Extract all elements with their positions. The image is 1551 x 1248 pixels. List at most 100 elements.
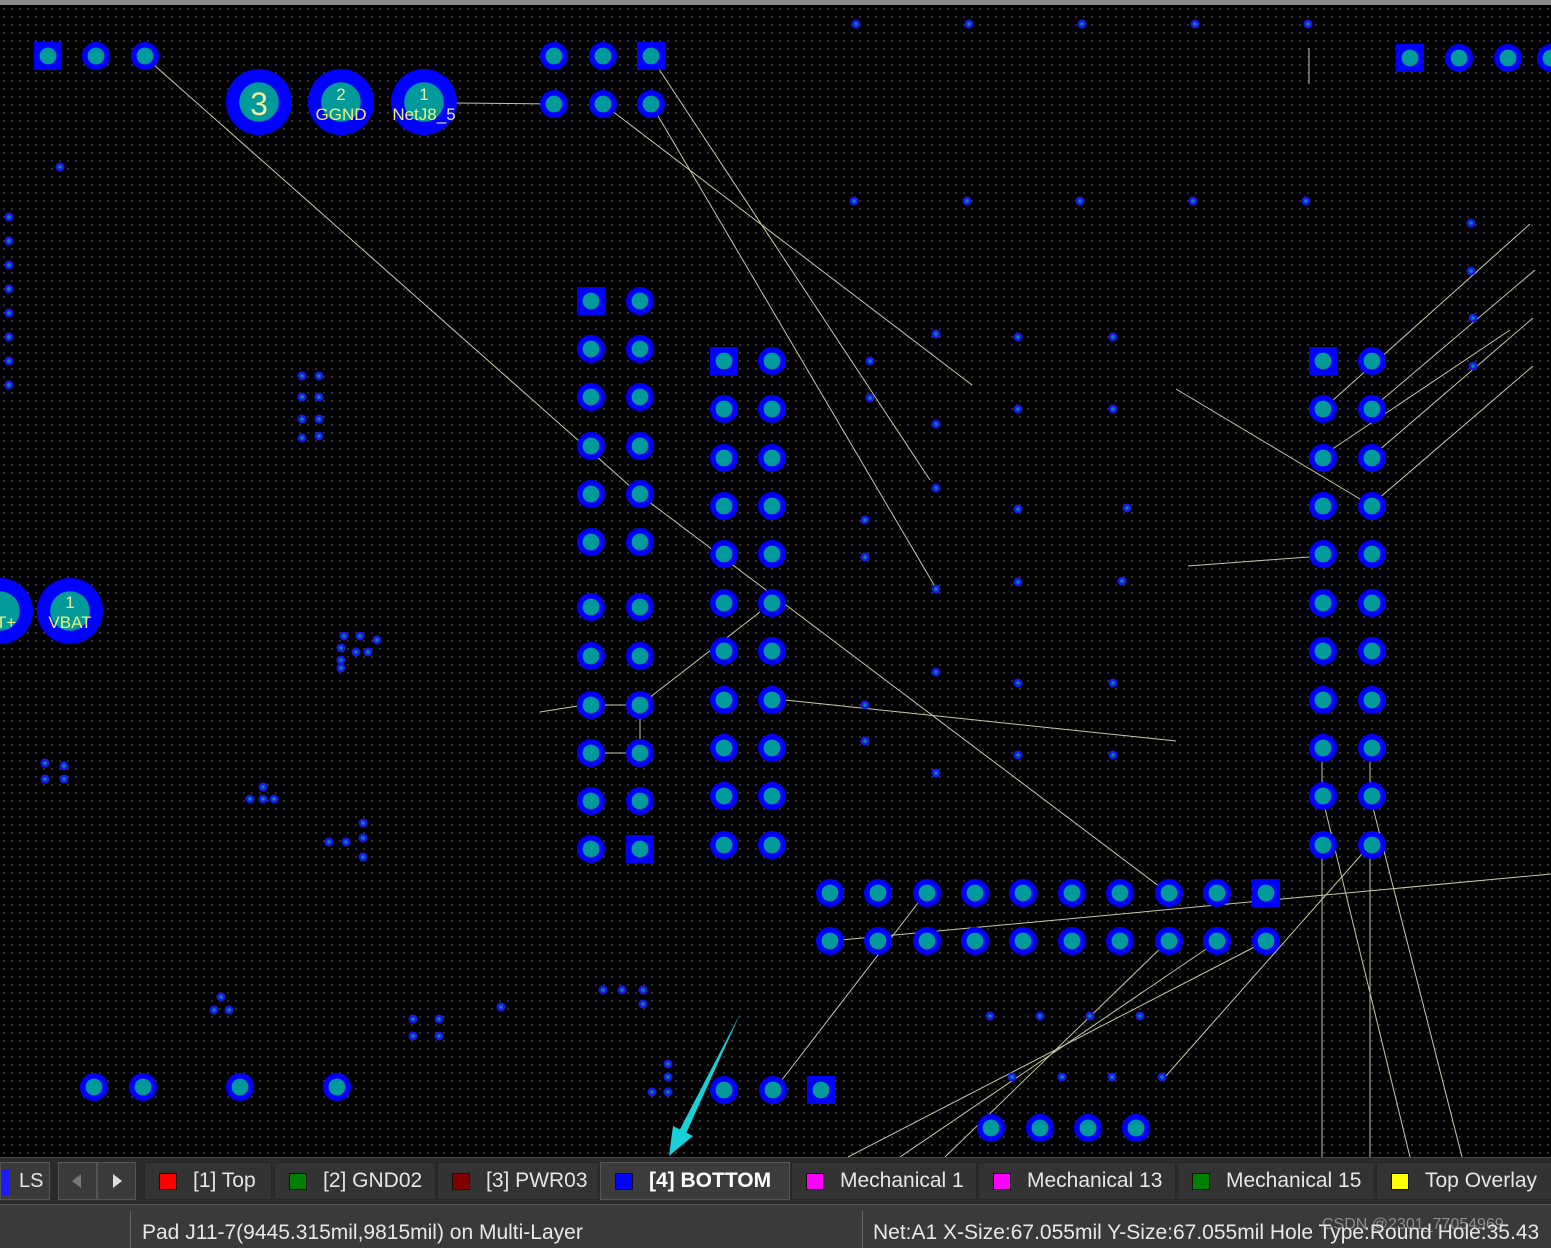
layer-tab-label: [2] GND02 [323, 1169, 423, 1192]
pad-hole [87, 47, 105, 65]
arrow-head [669, 1126, 693, 1156]
via-hole [317, 417, 321, 421]
pad-hole [1363, 352, 1381, 370]
pad-hole [39, 47, 57, 65]
pad-hole [1401, 49, 1419, 67]
pad-hole [582, 340, 600, 358]
via-hole [339, 666, 343, 670]
ratsnest-line [1369, 269, 1536, 411]
pad-hole [631, 437, 649, 455]
pad-hole [715, 352, 733, 370]
layer-tab[interactable]: Top Overlay [1376, 1162, 1551, 1200]
pad-hole [631, 340, 649, 358]
pcb-board[interactable]: 3 2GGND1NetJ8_51VBATT+ [0, 5, 1551, 1157]
layer-tab[interactable]: [3] PWR03 [437, 1162, 599, 1200]
via-hole [854, 22, 858, 26]
via-hole [219, 995, 223, 999]
pad-hole [582, 292, 600, 310]
pad-hole [1208, 932, 1226, 950]
pad-hole [1363, 594, 1381, 612]
via-hole [641, 988, 645, 992]
layer-next-button[interactable] [97, 1162, 136, 1200]
via-hole [967, 22, 971, 26]
pad-hole [869, 932, 887, 950]
pad-hole [1314, 739, 1332, 757]
pad-hole [763, 691, 781, 709]
pad-label: T+ [0, 613, 16, 632]
pad-hole [1363, 545, 1381, 563]
layer-set-button[interactable]: LS [0, 1162, 50, 1200]
layer-prev-button[interactable] [58, 1162, 97, 1200]
via-hole [1160, 1075, 1164, 1079]
pad-hole [1314, 787, 1332, 805]
pad-label: GGND [316, 105, 367, 124]
current-layer-marker [1, 1169, 10, 1195]
via-hole [7, 215, 11, 219]
via-hole [1078, 199, 1082, 203]
via-hole [666, 1090, 670, 1094]
via-hole [863, 703, 867, 707]
layer-tab[interactable]: Mechanical 13 [978, 1162, 1176, 1200]
via-hole [1088, 1014, 1092, 1018]
pad-label: 3 [250, 86, 268, 122]
via-hole [227, 1008, 231, 1012]
pad-hole [1314, 836, 1332, 854]
via-hole [1304, 199, 1308, 203]
via-hole [300, 417, 304, 421]
ratsnest-line [650, 103, 938, 591]
pad-hole [1314, 497, 1332, 515]
pad-hole [582, 840, 600, 858]
layer-tab[interactable]: Mechanical 1 [791, 1162, 977, 1200]
pad-hole [764, 1081, 782, 1099]
via-hole [601, 988, 605, 992]
pad-hole [631, 388, 649, 406]
via-hole [499, 1005, 503, 1009]
pad-hole [715, 787, 733, 805]
pcb-canvas[interactable]: 3 2 GGND 1 NetJ8_5 1 VBAT T+ [0, 5, 1551, 1157]
layer-tab[interactable]: [4] BOTTOM [600, 1162, 790, 1200]
via-hole [1469, 269, 1473, 273]
pad-hole [1314, 545, 1332, 563]
pad-hole [715, 691, 733, 709]
pad-hole [821, 932, 839, 950]
layer-tab[interactable]: [1] Top [144, 1162, 272, 1200]
pad-hole [715, 497, 733, 515]
pad-hole [812, 1081, 830, 1099]
layer-color-swatch [806, 1173, 824, 1190]
ratsnest-line [650, 56, 931, 481]
pad-hole [1208, 884, 1226, 902]
ratsnest-line [784, 699, 1177, 742]
via-hole [339, 646, 343, 650]
via-hole [666, 1075, 670, 1079]
pad-label: NetJ8_5 [392, 105, 455, 124]
pad-hole [763, 836, 781, 854]
pad-hole [715, 642, 733, 660]
via-hole [1469, 221, 1473, 225]
via-hole [248, 797, 252, 801]
via-hole [934, 422, 938, 426]
via-hole [1060, 1075, 1064, 1079]
watermark: CSDN @2301_77054969 [1322, 1216, 1504, 1233]
pad-hole [1257, 932, 1275, 950]
pad-hole [582, 696, 600, 714]
pad-hole [582, 437, 600, 455]
pad-hole [763, 545, 781, 563]
ratsnest-line [899, 940, 1219, 1157]
layer-tab-label: [3] PWR03 [486, 1169, 588, 1192]
layer-tab[interactable]: Mechanical 15 [1177, 1162, 1375, 1200]
layer-tab-bar: LS [1] Top [2] GND02 [3] PWR03 [4] BOTTOM Me… [0, 1157, 1551, 1204]
via-hole [300, 374, 304, 378]
layer-tab[interactable]: [2] GND02 [274, 1162, 436, 1200]
pad-hole [1063, 932, 1081, 950]
layer-tab-label: [4] BOTTOM [649, 1169, 772, 1192]
via-hole [317, 434, 321, 438]
via-hole [411, 1034, 415, 1038]
layer-color-swatch [159, 1173, 177, 1190]
via-hole [62, 777, 66, 781]
via-hole [327, 840, 331, 844]
via-hole [863, 739, 867, 743]
ratsnest-line [1187, 555, 1323, 567]
pad-hole [763, 497, 781, 515]
via-hole [7, 383, 11, 387]
via-hole [342, 634, 346, 638]
